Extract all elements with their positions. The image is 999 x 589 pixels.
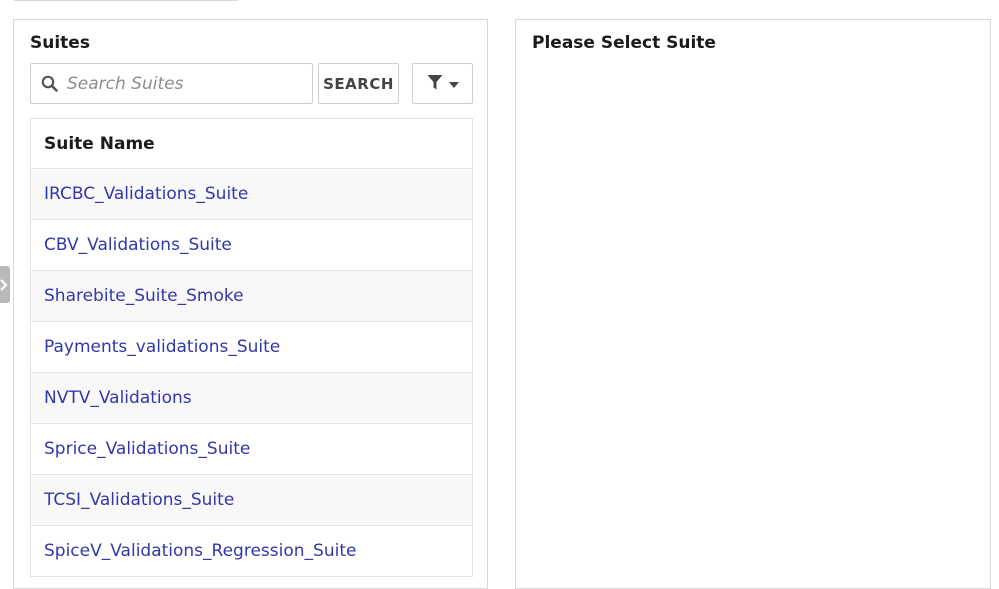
search-suites-input[interactable] — [65, 72, 299, 95]
sidebar-expand-toggle[interactable] — [0, 266, 10, 303]
suite-details-panel: Please Select Suite — [515, 19, 991, 589]
suite-details-placeholder-title: Please Select Suite — [532, 33, 716, 53]
table-row[interactable]: Sprice_Validations_Suite — [31, 424, 472, 475]
table-row[interactable]: Sharebite_Suite_Smoke — [31, 271, 472, 322]
caret-down-icon — [448, 76, 459, 91]
search-suites-box[interactable] — [30, 63, 313, 104]
search-icon — [39, 74, 59, 94]
chevron-right-icon — [0, 278, 8, 291]
suite-name-column-header: Suite Name — [31, 119, 472, 169]
suites-table: Suite Name IRCBC_Validations_Suite CBV_V… — [30, 118, 473, 577]
search-button[interactable]: SEARCH — [318, 63, 399, 104]
table-row[interactable]: IRCBC_Validations_Suite — [31, 169, 472, 220]
filter-icon — [427, 74, 443, 94]
table-row[interactable]: CBV_Validations_Suite — [31, 220, 472, 271]
table-row[interactable]: TCSI_Validations_Suite — [31, 475, 472, 526]
suites-panel-title: Suites — [30, 33, 90, 53]
table-row[interactable]: NVTV_Validations — [31, 373, 472, 424]
filter-dropdown-button[interactable] — [412, 63, 473, 104]
table-row[interactable]: SpiceV_Validations_Regression_Suite — [31, 526, 472, 577]
table-row[interactable]: Payments_validations_Suite — [31, 322, 472, 373]
top-tab-divider — [14, 0, 238, 1]
suites-panel: Suites SEARCH Suite Name IRCBC_Validatio… — [13, 19, 488, 589]
